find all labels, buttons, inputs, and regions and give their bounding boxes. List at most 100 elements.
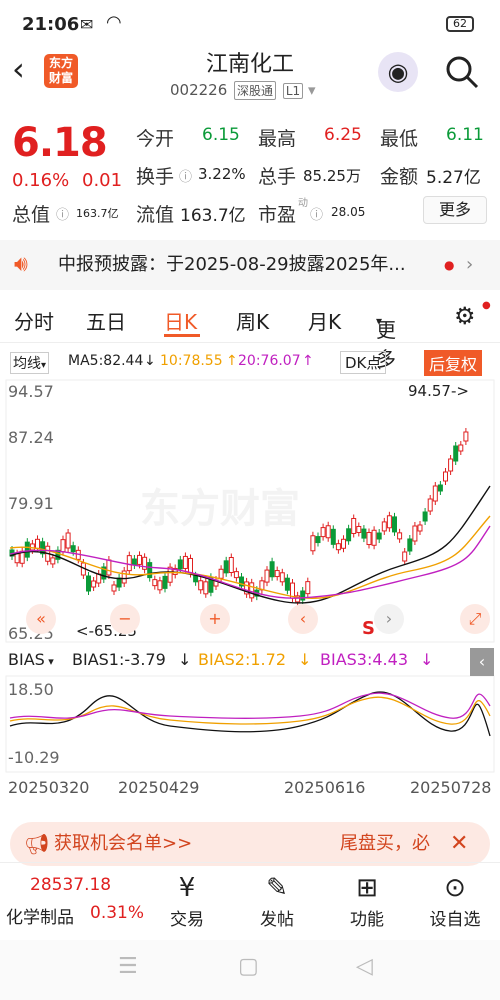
candle-body [315, 536, 321, 544]
ma-type-select[interactable]: 均线▾ [10, 352, 50, 374]
candle-body [162, 575, 168, 589]
battery-icon: 62 [446, 16, 474, 32]
stock-code-line[interactable]: 002226 深股通 L1 ▾ [170, 81, 315, 100]
menu-icon[interactable]: ☰ [118, 954, 138, 979]
close-icon[interactable]: ✕ [450, 822, 468, 866]
trade-button[interactable]: ¥ 交易 [152, 871, 222, 930]
info-icon[interactable]: ⓘ [310, 204, 323, 223]
candle-body [330, 528, 336, 545]
level-tag: L1 [282, 83, 304, 99]
candle-body [35, 538, 40, 549]
fullscreen-icon[interactable]: ⤢ [460, 604, 490, 634]
more-quote-button[interactable]: 更多 [423, 196, 487, 224]
collapse-panel-icon[interactable]: ‹ [470, 648, 494, 676]
promo-banner[interactable]: 📢︎ 获取机会名单>> 尾盘买，必 ✕ [10, 822, 490, 866]
info-icon[interactable]: ⓘ [56, 204, 69, 223]
tab-daily-k[interactable]: 日K [164, 306, 197, 335]
ma20-value: 20:76.07 [238, 353, 301, 369]
candle-body [376, 532, 382, 540]
notice-text: 中报预披露：于2025-08-29披露2025年... [58, 254, 406, 275]
dk-point-button[interactable]: DK点 [340, 351, 387, 374]
candle-body [463, 431, 469, 442]
quote-panel: 6.18 0.16% 0.01 今开 6.15 最高 6.25 最低 6.11 … [0, 108, 500, 232]
bias1-line [9, 691, 491, 737]
sell-signal-marker: S [362, 618, 375, 639]
tab-monthly-k[interactable]: 月K [308, 306, 341, 335]
candle-body [116, 577, 122, 588]
candle-body [386, 515, 392, 529]
notice-bar[interactable]: 🔊︎ 中报预披露：于2025-08-29披露2025年... ● › [0, 240, 500, 290]
info-icon[interactable]: ⓘ [179, 166, 192, 185]
candle-body [142, 556, 148, 570]
candle-body [422, 511, 428, 522]
candle-body [65, 532, 71, 549]
turnover-value: 3.22% [198, 165, 246, 183]
candle-body [264, 569, 270, 583]
change-value: 0.01 [82, 170, 123, 191]
dropdown-icon: ▾ [376, 314, 383, 328]
bias3-line [9, 692, 491, 719]
back-nav-icon[interactable]: ◁ [356, 954, 373, 979]
index-change: 0.31% [90, 903, 145, 923]
open-label: 今开 [136, 128, 175, 150]
candle-body [269, 561, 275, 578]
amount-value: 5.27亿 [426, 168, 481, 188]
bias-select[interactable]: BIAS ▾ [8, 650, 54, 669]
index-name[interactable]: 化学制品 [6, 903, 74, 928]
candle-body [198, 580, 204, 591]
restore-mode-button[interactable]: 后复权 [424, 350, 483, 376]
stock-header: ‹ 东方 财富 江南化工 002226 深股通 L1 ▾ ◉ [0, 46, 500, 108]
candle-body [381, 521, 387, 532]
arrow-down-icon: ↓ [298, 650, 312, 669]
tab-weekly-k[interactable]: 周K [236, 306, 269, 335]
tab-intraday[interactable]: 分时 [14, 306, 54, 335]
gear-icon[interactable]: ⚙ [454, 302, 476, 330]
function-button[interactable]: ⊞ 功能 [332, 871, 402, 930]
robot-avatar-icon[interactable]: ◉ [378, 52, 418, 92]
badge-dot: ● [482, 300, 491, 311]
candle-body [126, 555, 132, 572]
search-icon[interactable] [444, 54, 480, 90]
float-value: 163.7亿 [180, 206, 246, 226]
candle-body [407, 538, 413, 552]
candle-body [228, 556, 234, 573]
scroll-prev-icon[interactable]: ‹ [288, 604, 318, 634]
candle-body [111, 584, 117, 592]
candle-body [249, 582, 255, 599]
candle-body [417, 524, 423, 532]
zoom-out-icon[interactable]: − [110, 604, 140, 634]
scroll-left-icon[interactable]: « [26, 604, 56, 634]
kline-chart-area[interactable]: 94.57 87.24 79.91 65.25 94.57-> <-65.25 … [0, 376, 500, 806]
bias3-value: BIAS3:4.43 [320, 650, 408, 669]
mcap-label: 总值 [12, 204, 51, 226]
ma-type-label: 均线 [13, 356, 41, 372]
bias2-line [9, 696, 491, 725]
candle-body [397, 532, 403, 540]
dropdown-icon: ▾ [307, 81, 316, 99]
notification-icon: ✉ [80, 15, 94, 34]
pe-value: 28.05 [331, 205, 366, 219]
edit-icon: ✎ [266, 873, 288, 903]
candle-body [157, 580, 163, 591]
arrow-up-icon: ↑ [302, 353, 314, 369]
function-label: 功能 [350, 910, 384, 930]
max-price-label: 94.57-> [408, 382, 469, 400]
tab-five-day[interactable]: 五日 [86, 306, 126, 335]
candle-body [50, 557, 56, 565]
post-label: 发帖 [260, 910, 294, 930]
watchlist-button[interactable]: ⊙ 设自选 [420, 871, 490, 930]
pe-dynamic-mark: 动 [298, 198, 308, 209]
home-icon[interactable]: ▢ [238, 954, 259, 979]
candle-body [274, 570, 280, 578]
candle-body [448, 458, 454, 472]
scroll-next-icon[interactable]: › [374, 604, 404, 634]
candle-body [193, 575, 199, 583]
candle-body [366, 532, 372, 546]
system-nav-bar: ☰ ▢ ◁ [0, 940, 500, 1000]
exchange-tag: 深股通 [234, 81, 277, 100]
post-button[interactable]: ✎ 发帖 [242, 871, 312, 930]
chevron-right-icon: › [466, 254, 474, 275]
zoom-in-icon[interactable]: + [200, 604, 230, 634]
candle-body [392, 516, 397, 533]
candle-body [305, 581, 311, 595]
